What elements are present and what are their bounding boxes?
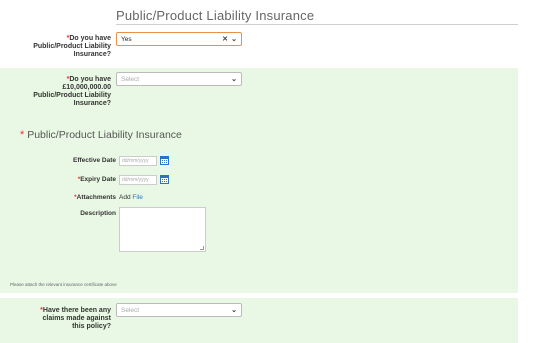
expiry-date-label-text: Expiry Date [80, 176, 116, 183]
q3-label-line3: this policy? [72, 323, 111, 330]
chevron-down-icon[interactable]: ⌄ [231, 33, 237, 47]
file-link[interactable]: File [132, 194, 142, 201]
subsection-band [0, 119, 518, 293]
add-text: Add [119, 194, 131, 201]
attachments-label-text: Attachments [76, 194, 116, 201]
q3-label: *Have there been any claims made against… [10, 307, 111, 331]
q1-label-line3: Insurance? [73, 51, 111, 58]
required-marker: * [20, 129, 25, 141]
q2-label-line3: Public/Product Liability [33, 92, 111, 99]
calendar-icon[interactable] [160, 156, 169, 165]
q1-select[interactable]: Yes ✕ ⌄ [116, 32, 242, 46]
calendar-icon[interactable] [160, 175, 169, 184]
q1-label-line2: Public/Product Liability [33, 43, 111, 50]
expiry-date-input[interactable]: dd/mm/yyyy [119, 175, 157, 185]
q1-label: *Do you have Public/Product Liability In… [10, 35, 111, 59]
q3-select-placeholder: Select [121, 307, 140, 314]
q3-select[interactable]: Select ⌄ [116, 303, 242, 317]
q2-select[interactable]: Select ⌄ [116, 72, 242, 86]
attachments-label: *Attachments [44, 194, 116, 201]
q1-label-line1: Do you have [69, 35, 111, 42]
attachment-note: Please attach the relevant insurance cer… [10, 282, 117, 287]
close-icon[interactable]: ✕ [222, 33, 228, 47]
description-textarea[interactable] [119, 207, 206, 252]
effective-date-input[interactable]: dd/mm/yyyy [119, 156, 157, 166]
subsection-title-text: Public/Product Liability Insurance [27, 129, 182, 141]
effective-date-label: Effective Date [73, 157, 116, 164]
q3-label-line2: claims made against [42, 315, 111, 322]
title-divider [116, 24, 518, 25]
resize-handle[interactable] [200, 246, 204, 250]
section-title: Public/Product Liability Insurance [116, 8, 315, 23]
q3-label-line1: Have there been any [42, 307, 111, 314]
add-file-link[interactable]: Add File [119, 194, 143, 201]
description-label: Description [80, 210, 116, 217]
chevron-down-icon[interactable]: ⌄ [231, 73, 237, 87]
q2-select-placeholder: Select [121, 76, 140, 83]
chevron-down-icon[interactable]: ⌄ [231, 304, 237, 318]
expiry-date-label: *Expiry Date [44, 176, 116, 183]
q2-label: *Do you have £10,000,000.00 Public/Produ… [10, 76, 111, 108]
q2-label-line1: Do you have [69, 76, 111, 83]
subsection-title: * Public/Product Liability Insurance [20, 129, 182, 141]
q2-label-line2: £10,000,000.00 [62, 84, 111, 91]
q1-select-value: Yes [121, 36, 132, 43]
q2-label-line4: Insurance? [73, 100, 111, 107]
